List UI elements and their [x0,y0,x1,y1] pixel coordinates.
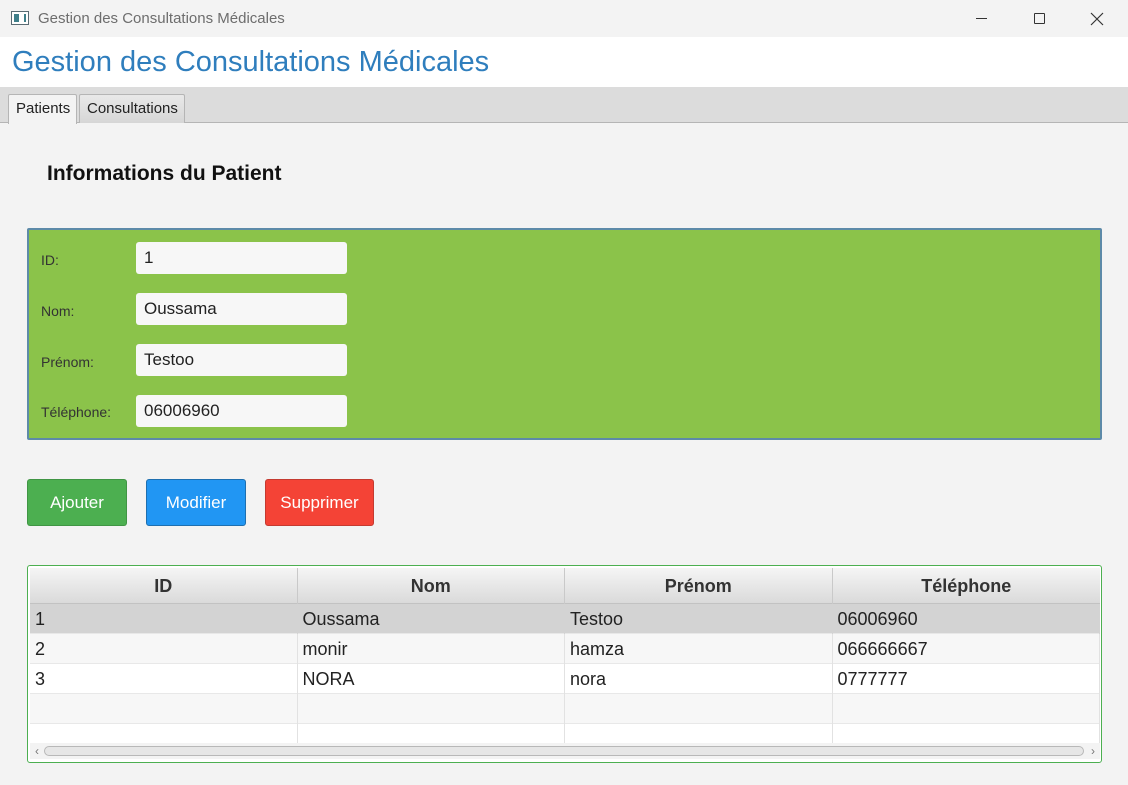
patient-form: ID: Nom: Prénom: Téléphone: [27,228,1102,440]
column-header-nom[interactable]: Nom [298,568,565,604]
column-header-prenom[interactable]: Prénom [565,568,833,604]
nom-label: Nom: [41,303,75,319]
table-cell: 06006960 [833,604,1100,634]
table-cell [30,694,298,724]
tab-patients[interactable]: Patients [8,94,77,124]
table-row[interactable]: 3 NORA nora 0777777 [30,664,1100,694]
nom-field[interactable] [136,293,347,325]
maximize-icon [1033,13,1045,24]
table-cell: monir [298,634,565,664]
tab-consultations[interactable]: Consultations [79,94,185,123]
scrollbar-thumb[interactable] [44,746,1084,756]
edit-button[interactable]: Modifier [146,479,246,526]
table-cell: 3 [30,664,298,694]
close-button[interactable] [1068,0,1126,37]
table-body: 1 Oussama Testoo 06006960 2 monir hamza … [30,604,1100,754]
prenom-label: Prénom: [41,354,94,370]
delete-button[interactable]: Supprimer [265,479,374,526]
minimize-button[interactable] [952,0,1010,37]
id-label: ID: [41,252,59,268]
window-title: Gestion des Consultations Médicales [38,10,285,27]
chevron-left-icon[interactable]: ‹ [30,743,44,759]
table-cell [298,694,565,724]
empty-table-row [30,694,1100,724]
table-cell: nora [565,664,833,694]
id-field[interactable] [136,242,347,274]
telephone-field[interactable] [136,395,347,427]
table-header: ID Nom Prénom Téléphone [30,568,1100,604]
window-titlebar: Gestion des Consultations Médicales [0,0,1128,37]
tab-bar: Patients Consultations [0,87,1128,124]
add-button[interactable]: Ajouter [27,479,127,526]
table-cell: Testoo [565,604,833,634]
telephone-label: Téléphone: [41,404,112,420]
table-cell: 066666667 [833,634,1100,664]
column-header-telephone[interactable]: Téléphone [833,568,1101,604]
close-icon [1090,12,1104,25]
table-cell: 2 [30,634,298,664]
page-title: Gestion des Consultations Médicales [12,46,490,78]
table-cell: hamza [565,634,833,664]
table-row[interactable]: 1 Oussama Testoo 06006960 [30,604,1100,634]
maximize-button[interactable] [1010,0,1068,37]
minimize-icon [975,18,987,19]
table-cell: NORA [298,664,565,694]
horizontal-scrollbar[interactable]: ‹ › [30,743,1100,759]
table-cell [565,694,833,724]
section-title: Informations du Patient [47,162,282,185]
column-header-id[interactable]: ID [30,568,298,604]
chevron-right-icon[interactable]: › [1086,743,1100,759]
prenom-field[interactable] [136,344,347,376]
app-header: Gestion des Consultations Médicales [0,37,1128,87]
table-cell: Oussama [298,604,565,634]
table-row[interactable]: 2 monir hamza 066666667 [30,634,1100,664]
table-cell [833,694,1100,724]
table-cell: 1 [30,604,298,634]
table-cell: 0777777 [833,664,1100,694]
patients-table: ID Nom Prénom Téléphone 1 Oussama Testoo… [27,565,1102,763]
app-icon [11,11,29,25]
